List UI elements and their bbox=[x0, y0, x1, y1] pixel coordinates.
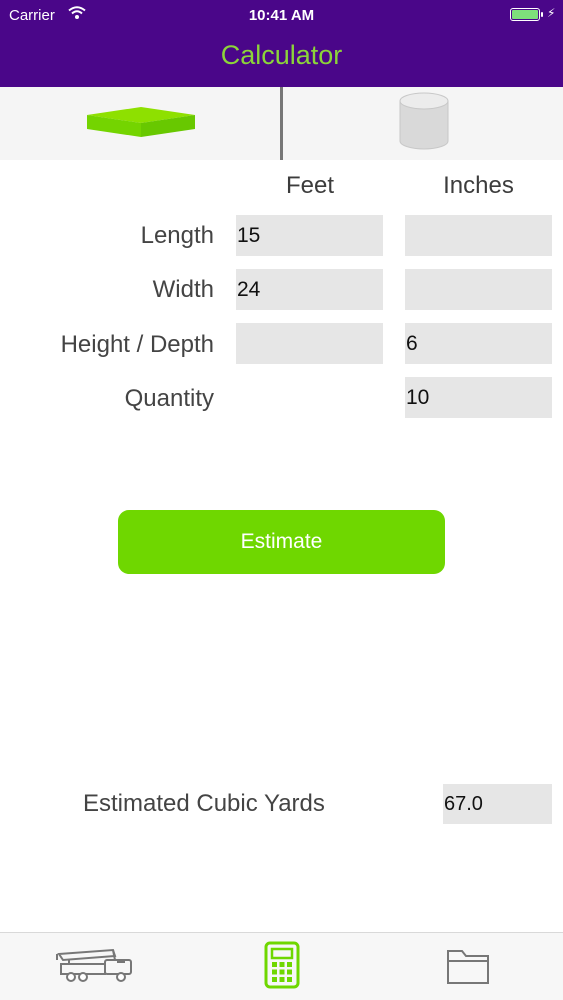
slab-shape-tab[interactable] bbox=[0, 87, 281, 160]
shape-selector bbox=[0, 87, 563, 160]
cylinder-shape-tab[interactable] bbox=[284, 87, 563, 160]
width-inches-field[interactable] bbox=[405, 269, 552, 310]
estimated-cubic-yards-label: Estimated Cubic Yards bbox=[83, 790, 325, 817]
status-bar: Carrier 10:41 AM ⚡ bbox=[0, 0, 563, 30]
length-feet-field[interactable]: 15 bbox=[236, 215, 383, 256]
width-label: Width bbox=[152, 276, 214, 303]
status-time: 10:41 AM bbox=[248, 7, 315, 24]
slab-shape-icon bbox=[85, 101, 197, 146]
quantity-field[interactable]: 10 bbox=[405, 377, 552, 418]
pump-truck-icon bbox=[55, 946, 135, 989]
length-inches-field[interactable] bbox=[405, 215, 552, 256]
inches-column-header: Inches bbox=[443, 172, 514, 199]
battery-icon bbox=[510, 8, 543, 21]
length-label: Length bbox=[140, 222, 214, 249]
tab-calculator[interactable] bbox=[232, 933, 332, 1000]
width-feet-field[interactable]: 24 bbox=[236, 269, 383, 310]
feet-column-header: Feet bbox=[285, 172, 335, 199]
cylinder-shape-icon bbox=[398, 91, 450, 156]
calculator-icon bbox=[264, 941, 300, 994]
tab-folder[interactable] bbox=[418, 933, 518, 1000]
height-depth-label: Height / Depth bbox=[60, 331, 214, 358]
charging-icon: ⚡ bbox=[547, 6, 556, 20]
height-inches-field[interactable]: 6 bbox=[405, 323, 552, 364]
shape-divider bbox=[280, 87, 283, 160]
tab-pump-truck[interactable] bbox=[40, 933, 150, 1000]
estimate-button[interactable]: Estimate bbox=[118, 510, 445, 574]
estimated-cubic-yards-value: 67.0 bbox=[443, 784, 552, 824]
page-title: Calculator bbox=[220, 40, 343, 70]
quantity-label: Quantity bbox=[124, 385, 214, 412]
tab-bar bbox=[0, 932, 563, 1000]
folder-icon bbox=[446, 945, 490, 990]
navigation-header: Carrier 10:41 AM ⚡ Calculator bbox=[0, 0, 563, 87]
height-feet-field[interactable] bbox=[236, 323, 383, 364]
